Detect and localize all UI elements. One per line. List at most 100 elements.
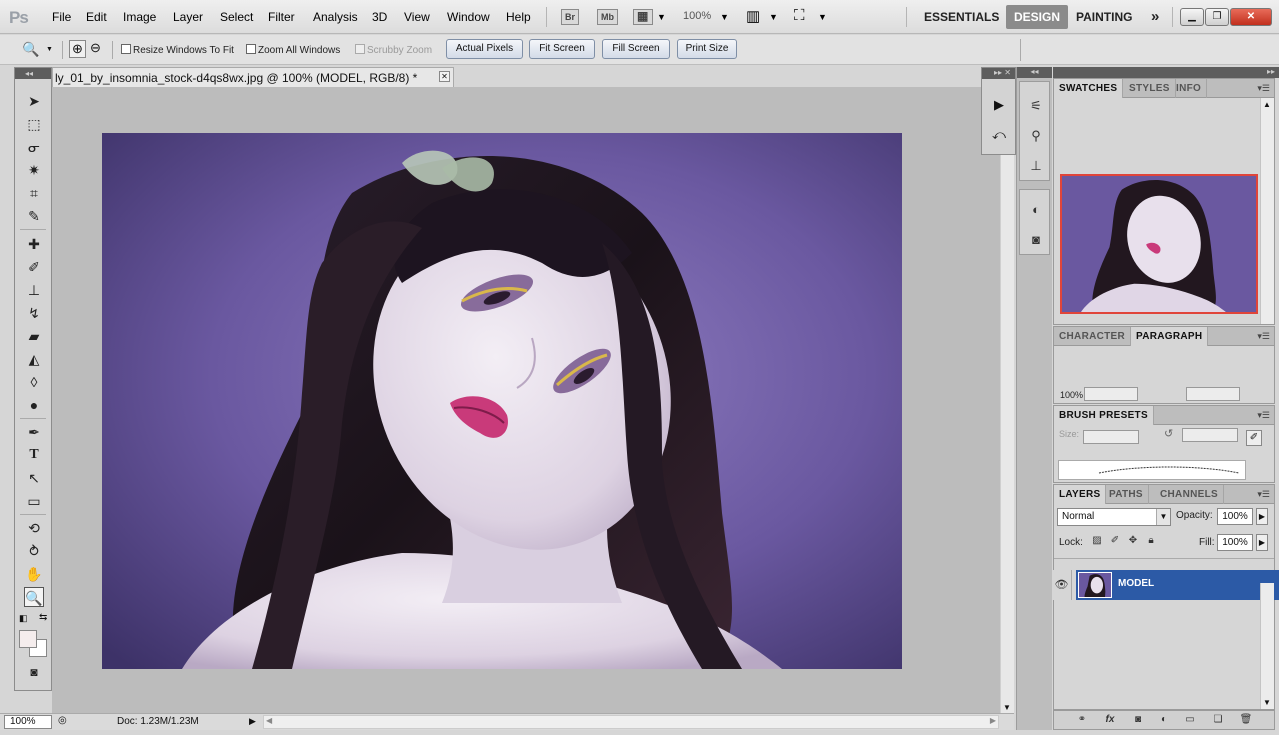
checkbox-box[interactable] (121, 44, 131, 54)
default-colors-icon[interactable]: ◧ (19, 613, 28, 624)
scroll-right-icon[interactable]: ▶ (990, 716, 996, 725)
more-workspaces-button[interactable]: » (1143, 5, 1167, 29)
menu-help[interactable]: Help (506, 10, 531, 24)
type-icon[interactable]: T (24, 445, 44, 465)
menu-window[interactable]: Window (447, 10, 490, 24)
eye-icon[interactable]: 👁︎ (1052, 570, 1072, 600)
navigator-thumbnail[interactable] (1060, 174, 1258, 314)
crop-icon[interactable]: ⌗ (24, 183, 44, 203)
3d-rotate-icon[interactable]: ⟲ (24, 518, 44, 538)
layers-scrollbar[interactable]: ▼ (1260, 583, 1274, 709)
screen-mode-icon[interactable]: ⛶ (794, 7, 805, 24)
document-image[interactable] (102, 133, 902, 669)
healing-icon[interactable]: ✚ (24, 234, 44, 254)
fill-screen-button[interactable]: Fill Screen (602, 39, 670, 59)
actions-play-icon[interactable]: ▶ (990, 96, 1008, 114)
menu-image[interactable]: Image (123, 10, 156, 24)
dock-header[interactable]: ◂◂ (1017, 67, 1052, 78)
menu-view[interactable]: View (404, 10, 430, 24)
blur-icon[interactable]: ◊ (24, 372, 44, 392)
workspace-essentials[interactable]: ESSENTIALS (916, 5, 1007, 29)
brush-field[interactable] (1182, 428, 1238, 442)
tab-layers[interactable]: LAYERS (1054, 485, 1107, 504)
stamp-icon[interactable]: ⊥ (24, 280, 44, 300)
chevron-down-icon[interactable]: ▼ (769, 12, 778, 22)
canvas-area[interactable] (52, 87, 1000, 714)
chevron-down-icon[interactable]: ▼ (720, 12, 729, 22)
quick-select-icon[interactable]: ✷ (24, 160, 44, 180)
fit-screen-button[interactable]: Fit Screen (529, 39, 595, 59)
marquee-icon[interactable]: ⬚ (24, 114, 44, 134)
new-group-icon[interactable]: ▭ (1182, 713, 1198, 727)
tab-character[interactable]: CHARACTER (1054, 327, 1132, 346)
arrange-documents-icon[interactable]: ▥ (746, 7, 760, 25)
resize-windows-checkbox[interactable]: Resize Windows To Fit (121, 44, 234, 56)
scroll-down-icon[interactable]: ▼ (1263, 698, 1271, 707)
dodge-icon[interactable]: ● (24, 395, 44, 415)
scroll-down-icon[interactable]: ▼ (1003, 703, 1011, 712)
character-slider-field[interactable] (1084, 387, 1138, 401)
tab-swatches[interactable]: SWATCHES (1054, 79, 1124, 98)
trash-icon[interactable]: 🗑︎ (1238, 713, 1254, 727)
panel-menu-icon[interactable]: ▾☰ (1257, 410, 1270, 421)
menu-file[interactable]: File (52, 10, 71, 24)
mini-panel-header[interactable]: ▸▸ ✕ (982, 68, 1015, 79)
panel-menu-icon[interactable]: ▾☰ (1257, 489, 1270, 500)
history-brush-icon[interactable]: ↯ (24, 303, 44, 323)
zoom-all-windows-checkbox[interactable]: Zoom All Windows (246, 44, 340, 56)
status-info-icon[interactable]: ◎ (58, 715, 67, 726)
tab-info[interactable]: INFO (1171, 79, 1208, 98)
new-layer-icon[interactable]: ❏ (1210, 713, 1226, 727)
brush-icon[interactable]: ✐ (24, 257, 44, 277)
zoom-level-dropdown[interactable]: 100% (683, 10, 711, 22)
menu-edit[interactable]: Edit (86, 10, 107, 24)
tab-channels[interactable]: CHANNELS (1155, 485, 1224, 504)
tools-panel-header[interactable]: ◂◂ (15, 68, 51, 79)
minimize-button[interactable]: ▁ (1180, 8, 1204, 26)
history-icon[interactable]: ⤺ (990, 126, 1008, 144)
menu-select[interactable]: Select (220, 10, 253, 24)
panel-menu-icon[interactable]: ▾☰ (1257, 83, 1270, 94)
masks-panel-icon[interactable]: ◙ (1026, 230, 1046, 250)
add-mask-icon[interactable]: ◙ (1130, 713, 1146, 727)
paragraph-slider-field[interactable] (1186, 387, 1240, 401)
reset-icon[interactable]: ↺ (1164, 427, 1173, 440)
adjustments-icon[interactable]: ⚟ (1026, 96, 1046, 116)
adjustment-layer-icon[interactable]: ◐ (1156, 713, 1172, 727)
menu-layer[interactable]: Layer (173, 10, 203, 24)
close-window-button[interactable]: ✕ (1230, 8, 1272, 26)
pen-icon[interactable]: ✒ (24, 422, 44, 442)
brush-size-field[interactable] (1083, 430, 1139, 444)
eyedropper-icon[interactable]: ✎ (24, 206, 44, 226)
clone-source-icon[interactable]: ⊥ (1026, 156, 1046, 176)
paint-bucket-icon[interactable]: ◭ (24, 349, 44, 369)
tab-paragraph[interactable]: PARAGRAPH (1131, 327, 1209, 346)
tab-paths[interactable]: PATHS (1104, 485, 1149, 504)
document-tab[interactable]: ly_01_by_insomnia_stock-d4qs8wx.jpg @ 10… (52, 67, 454, 87)
chevron-down-icon[interactable]: ▼ (657, 12, 666, 22)
print-size-button[interactable]: Print Size (677, 39, 737, 59)
path-select-icon[interactable]: ↖ (24, 468, 44, 488)
checkbox-box[interactable] (246, 44, 256, 54)
menu-analysis[interactable]: Analysis (313, 10, 358, 24)
chevron-down-icon[interactable]: ▼ (46, 46, 53, 53)
zoom-in-icon[interactable]: ⊕ (69, 40, 86, 58)
shape-icon[interactable]: ▭ (24, 491, 44, 511)
status-menu-arrow-icon[interactable]: ▶ (249, 716, 256, 727)
quick-mask-icon[interactable]: ◙ (24, 662, 44, 682)
link-layers-icon[interactable]: ⚭ (1074, 713, 1090, 727)
actual-pixels-button[interactable]: Actual Pixels (446, 39, 523, 59)
status-zoom-field[interactable]: 100% (4, 715, 52, 729)
brush-panel-icon[interactable]: ⚲ (1026, 126, 1046, 146)
panel-menu-icon[interactable]: ▾☰ (1257, 331, 1270, 342)
zoom-icon[interactable]: 🔍 (24, 587, 44, 607)
restore-button[interactable]: ❐ (1205, 8, 1229, 26)
mini-bridge-button[interactable]: Mb (597, 9, 618, 25)
tab-styles[interactable]: STYLES (1124, 79, 1176, 98)
adjustments-panel-icon[interactable]: ◐ (1026, 200, 1046, 220)
menu-filter[interactable]: Filter (268, 10, 295, 24)
layer-style-icon[interactable]: fx (1102, 713, 1118, 727)
workspace-design[interactable]: DESIGN (1006, 5, 1069, 29)
brush-panel-toggle-icon[interactable]: ✐ (1246, 430, 1262, 446)
swap-colors-icon[interactable]: ⇆ (39, 612, 47, 623)
